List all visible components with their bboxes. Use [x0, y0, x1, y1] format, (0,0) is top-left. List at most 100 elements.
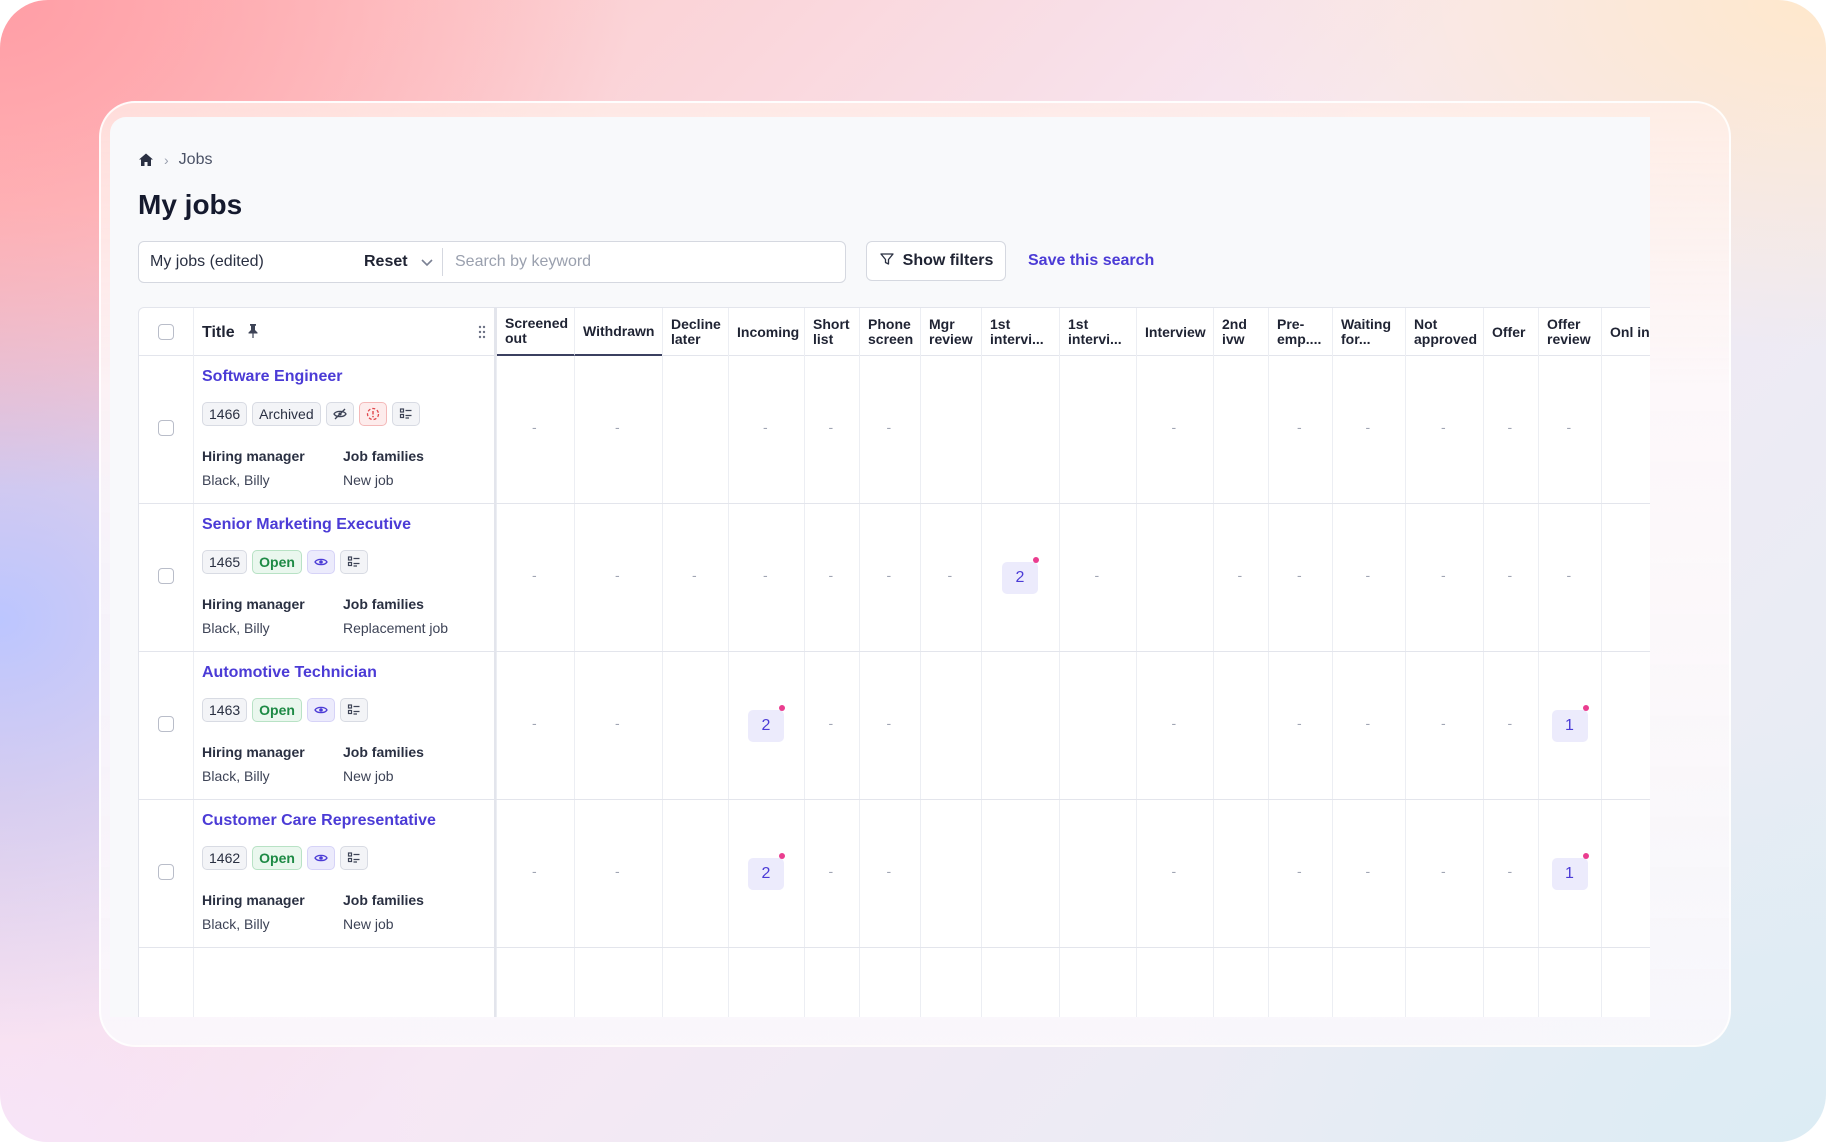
home-icon[interactable] — [138, 152, 154, 168]
job-family-value: New job — [343, 768, 394, 784]
hiring-manager-value: Black, Billy — [202, 768, 270, 784]
hiring-manager-value: Black, Billy — [202, 472, 270, 488]
row-checkbox[interactable] — [158, 420, 174, 436]
show-filters-label: Show filters — [902, 252, 994, 269]
search-input[interactable] — [443, 243, 845, 281]
status-badge: Open — [252, 550, 302, 574]
job-title-link[interactable]: Senior Marketing Executive — [202, 516, 411, 534]
breadcrumb-jobs[interactable]: Jobs — [179, 151, 213, 169]
checklist-icon[interactable] — [391, 402, 420, 426]
drag-handle-icon[interactable] — [478, 324, 486, 343]
stage-count[interactable]: 1 — [1551, 858, 1588, 890]
stage-count-empty: - — [1297, 715, 1302, 731]
breadcrumb: › Jobs — [138, 151, 212, 169]
eye-icon[interactable] — [306, 550, 335, 574]
stage-count-empty: - — [532, 715, 537, 731]
column-header[interactable]: Withdrawn — [574, 308, 662, 356]
job-family-value: New job — [343, 472, 394, 488]
row-checkbox[interactable] — [158, 716, 174, 732]
chevron-right-icon: › — [164, 152, 169, 168]
column-header[interactable]: Interview — [1136, 308, 1213, 356]
stage-count-empty: - — [1094, 567, 1100, 583]
column-header[interactable]: Offer review — [1538, 308, 1601, 356]
stage-count-empty: - — [1171, 419, 1177, 435]
chevron-down-icon[interactable] — [412, 255, 442, 269]
job-id-badge: 1463 — [202, 698, 248, 722]
checklist-icon[interactable] — [339, 550, 368, 574]
job-tags: 1466 Archived — [202, 402, 420, 426]
status-badge: Archived — [252, 402, 321, 426]
eye-icon[interactable] — [306, 698, 335, 722]
checklist-icon[interactable] — [339, 846, 368, 870]
search-bar: My jobs (edited) Reset — [138, 241, 846, 283]
stage-count-empty: - — [1441, 419, 1446, 435]
column-header[interactable]: Phone screen — [859, 308, 920, 356]
column-header[interactable]: Onl in p — [1601, 308, 1650, 356]
stage-count-empty: - — [615, 863, 620, 879]
alert-spinner-icon[interactable] — [358, 402, 387, 426]
jobs-table: Title Screened out Withdrawn Decline later… — [138, 307, 1650, 1017]
table-row: Senior Marketing Executive 1465 Open Hiring… — [139, 504, 1650, 652]
table-row: Customer Care Representative 1462 Open Hiri… — [139, 800, 1650, 948]
job-families-label: Job families — [343, 596, 424, 612]
eye-icon[interactable] — [306, 846, 335, 870]
column-header[interactable]: Short list — [804, 308, 859, 356]
save-search-link[interactable]: Save this search — [1028, 252, 1154, 270]
column-header[interactable]: Mgr review — [920, 308, 981, 356]
checklist-icon[interactable] — [339, 698, 368, 722]
stage-count-empty: - — [532, 863, 537, 879]
column-header[interactable]: Screened out — [496, 308, 574, 356]
new-activity-dot — [1582, 705, 1589, 711]
stage-count-empty: - — [828, 419, 834, 435]
column-header[interactable]: 2nd ivw — [1213, 308, 1268, 356]
status-badge: Open — [252, 698, 302, 722]
stage-count-empty: - — [1171, 863, 1177, 879]
page-title: My jobs — [138, 189, 243, 220]
stage-count-empty: - — [692, 567, 697, 583]
saved-search-select[interactable]: My jobs (edited) — [139, 253, 364, 271]
column-header[interactable]: 1st intervi... — [1059, 308, 1136, 356]
column-header[interactable]: Pre-emp.... — [1268, 308, 1332, 356]
job-title-link[interactable]: Customer Care Representative — [202, 812, 436, 830]
job-family-value: New job — [343, 916, 394, 932]
stage-count-empty: - — [1365, 419, 1371, 435]
job-family-value: Replacement job — [343, 620, 449, 636]
column-header[interactable]: Waiting for... — [1332, 308, 1405, 356]
stage-count[interactable]: 1 — [1551, 710, 1588, 742]
hiring-manager-value: Black, Billy — [202, 620, 270, 636]
job-title-link[interactable]: Automotive Technician — [202, 664, 377, 682]
stage-count-empty: - — [1297, 863, 1302, 879]
column-header[interactable]: Decline later — [662, 308, 728, 356]
stage-count-empty: - — [763, 419, 768, 435]
pin-icon[interactable] — [247, 323, 259, 342]
eye-off-icon[interactable] — [325, 402, 354, 426]
stage-count-empty: - — [615, 419, 620, 435]
job-title-link[interactable]: Software Engineer — [202, 368, 342, 386]
row-checkbox[interactable] — [158, 568, 174, 584]
stage-count-empty: - — [1566, 419, 1572, 435]
stage-count-empty: - — [1507, 567, 1513, 583]
show-filters-button[interactable]: Show filters — [866, 241, 1006, 281]
stage-count-empty: - — [828, 715, 834, 731]
job-families-label: Job families — [343, 448, 424, 464]
job-id-badge: 1465 — [202, 550, 248, 574]
stage-count-empty: - — [886, 715, 892, 731]
reset-button[interactable]: Reset — [364, 253, 412, 271]
title-header[interactable]: Title — [202, 324, 235, 342]
new-activity-dot — [779, 705, 785, 711]
row-checkbox[interactable] — [158, 864, 174, 880]
stage-count-empty: - — [1441, 863, 1446, 879]
stage-count-empty: - — [1566, 567, 1572, 583]
stage-count-empty: - — [532, 567, 537, 583]
stage-count[interactable]: 2 — [748, 710, 784, 742]
select-all-checkbox[interactable] — [158, 324, 174, 340]
stage-count[interactable]: 2 — [1002, 562, 1038, 594]
job-tags: 1462 Open — [202, 846, 368, 870]
stage-count[interactable]: 2 — [748, 858, 784, 890]
stage-count-empty: - — [886, 419, 892, 435]
job-families-label: Job families — [343, 892, 424, 908]
column-header[interactable]: Incoming — [728, 308, 804, 356]
column-header[interactable]: Offer — [1483, 308, 1538, 356]
column-header[interactable]: Not approved — [1405, 308, 1483, 356]
column-header[interactable]: 1st intervi... — [981, 308, 1059, 356]
